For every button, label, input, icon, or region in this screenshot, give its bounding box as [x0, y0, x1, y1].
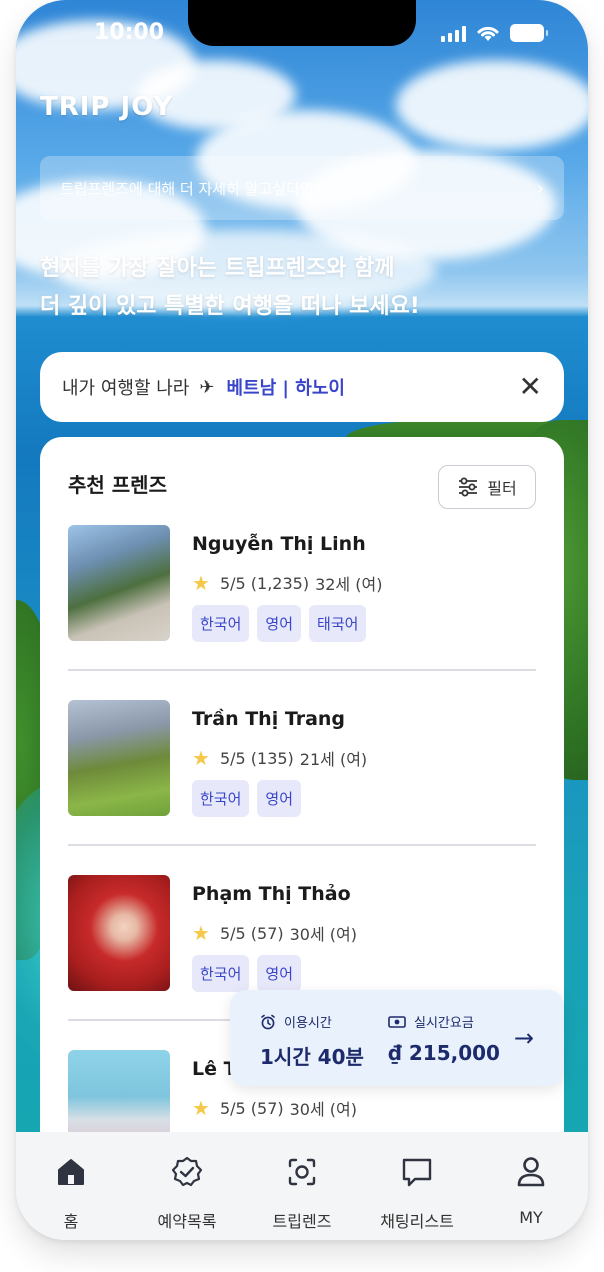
tab-label: MY [519, 1208, 543, 1227]
language-tag: 한국어 [192, 955, 250, 992]
friend-meta: ★ 5/5 (57) 30세 (여) [192, 1096, 357, 1120]
star-icon: ★ [192, 746, 210, 770]
camera-notch [188, 0, 416, 46]
home-icon [58, 1159, 84, 1185]
friend-rating: 5/5 (57) [219, 1098, 284, 1118]
filter-label: 필터 [487, 479, 517, 498]
destination-value[interactable]: 베트남 | 하노이 [226, 374, 344, 400]
friend-age: 21세 (여) [299, 750, 368, 769]
friend-age: 30세 (여) [289, 925, 357, 944]
tab-chat-list[interactable]: 채팅리스트 [362, 1150, 472, 1232]
language-tags: 한국어 영어 [192, 780, 302, 817]
usage-time: 이용시간 1시간 40분 [260, 1012, 364, 1070]
price-value: ₫ 215,000 [388, 1041, 500, 1065]
destination-label: 내가 여행할 나라 [62, 378, 190, 399]
friend-rating: 5/5 (57) [219, 923, 284, 943]
banner-text: 트립프렌즈에 대해 더 자세히 알고싶다면? [60, 179, 322, 198]
friend-name: Nguyễn Thị Linh [192, 533, 366, 555]
booking-summary-bar[interactable]: 이용시간 1시간 40분 실시간요금 ₫ 215,000 → [230, 990, 564, 1086]
friend-card[interactable]: Nguyễn Thị Linh ★ 5/5 (1,235) 32세 (여) 한국… [68, 525, 536, 699]
tab-label: 예약목록 [157, 1212, 217, 1231]
headline-line2: 더 깊이 있고 특별한 여행을 떠나 보세요! [40, 294, 420, 319]
realtime-price: 실시간요금 ₫ 215,000 [388, 1012, 500, 1065]
star-icon: ★ [192, 571, 210, 595]
friend-photo [68, 525, 170, 641]
status-time: 10:00 [94, 20, 165, 45]
star-icon: ★ [192, 921, 210, 945]
language-tag: 태국어 [309, 605, 367, 642]
user-icon [517, 1157, 545, 1187]
sliders-icon [459, 477, 478, 497]
price-label: 실시간요금 [414, 1016, 474, 1031]
signal-icon [441, 26, 466, 42]
friend-name: Trần Thị Trang [192, 708, 346, 730]
battery-icon [510, 24, 548, 42]
friend-meta: ★ 5/5 (57) 30세 (여) [192, 921, 357, 945]
divider [68, 844, 536, 846]
camera-scan-icon [288, 1158, 316, 1186]
tab-label: 홈 [63, 1212, 79, 1231]
alarm-clock-icon [261, 1014, 275, 1029]
info-banner[interactable]: 트립프렌즈에 대해 더 자세히 알고싶다면? › [40, 156, 564, 220]
star-icon: ★ [192, 1096, 210, 1120]
airplane-icon: ✈ [199, 376, 215, 398]
arrow-right-icon[interactable]: → [514, 1024, 534, 1052]
language-tag: 영어 [257, 955, 302, 992]
friend-rating: 5/5 (135) [219, 748, 294, 768]
cash-icon [388, 1015, 406, 1028]
friend-meta: ★ 5/5 (1,235) 32세 (여) [192, 571, 382, 595]
app-logo: TRIP JOY [40, 92, 174, 122]
divider [68, 669, 536, 671]
tab-reservations[interactable]: 예약목록 [132, 1150, 242, 1232]
friend-meta: ★ 5/5 (135) 21세 (여) [192, 746, 367, 770]
language-tags: 한국어 영어 태국어 [192, 605, 367, 642]
friend-rating: 5/5 (1,235) [219, 573, 310, 593]
wifi-icon [477, 26, 499, 41]
close-icon[interactable]: ✕ [519, 373, 542, 401]
tab-my[interactable]: MY [476, 1150, 586, 1227]
language-tag: 한국어 [192, 780, 250, 817]
tab-label: 채팅리스트 [380, 1212, 454, 1231]
section-title: 추천 프렌즈 [68, 473, 167, 497]
filter-button[interactable]: 필터 [438, 465, 536, 509]
language-tag: 영어 [257, 605, 302, 642]
tab-trip-lens[interactable]: 트립렌즈 [247, 1150, 357, 1232]
badge-check-icon [171, 1156, 203, 1187]
usage-label: 이용시간 [284, 1016, 332, 1031]
tab-home[interactable]: 홈 [16, 1150, 126, 1232]
headline: 현지를 가장 잘아는 트립프렌즈와 함께 더 깊이 있고 특별한 여행을 떠나 … [40, 250, 420, 326]
friend-photo [68, 700, 170, 816]
tab-label: 트립렌즈 [272, 1212, 332, 1231]
friend-card[interactable]: Trần Thị Trang ★ 5/5 (135) 21세 (여) 한국어 영… [68, 700, 536, 874]
language-tags: 한국어 영어 [192, 955, 302, 992]
friend-photo [68, 875, 170, 991]
chevron-right-icon: › [536, 177, 544, 199]
usage-value: 1시간 40분 [260, 1045, 364, 1069]
language-tag: 영어 [257, 780, 302, 817]
friend-age: 30세 (여) [289, 1100, 357, 1119]
status-icons [441, 24, 548, 42]
friend-age: 32세 (여) [315, 575, 383, 594]
destination-selector[interactable]: 내가 여행할 나라 ✈ 베트남 | 하노이 ✕ [40, 352, 564, 422]
language-tag: 한국어 [192, 605, 250, 642]
headline-line1: 현지를 가장 잘아는 트립프렌즈와 함께 [40, 256, 395, 281]
bottom-tab-bar: 홈 예약목록 트립렌즈 채팅리스트 MY [16, 1132, 588, 1240]
chat-icon [402, 1158, 432, 1187]
friend-name: Phạm Thị Thảo [192, 883, 351, 905]
